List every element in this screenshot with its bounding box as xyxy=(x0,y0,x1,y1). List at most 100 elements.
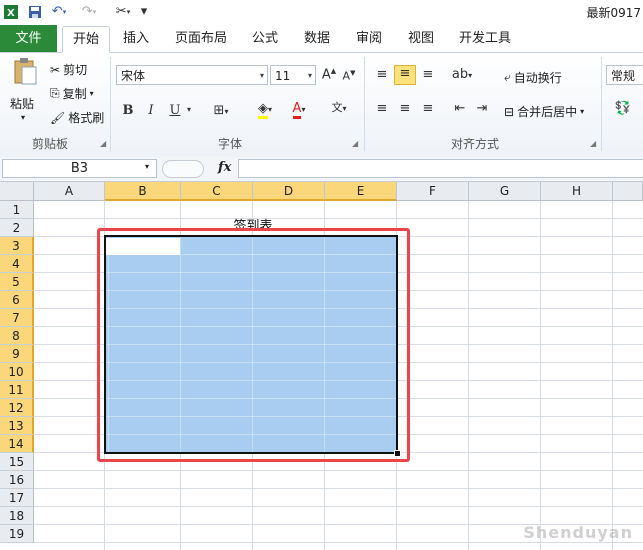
tools-icon[interactable]: ✂ ▾ xyxy=(110,3,136,20)
tab-home[interactable]: 开始 xyxy=(62,26,110,53)
number-format-combo[interactable]: 常规 xyxy=(606,65,643,85)
paste-dropdown-icon[interactable]: ▾ xyxy=(21,113,25,122)
row-header-6[interactable]: 6 xyxy=(0,291,34,309)
underline-dropdown-icon[interactable]: ▾ xyxy=(184,105,194,114)
align-right-icon[interactable]: ≡ xyxy=(418,101,438,116)
tab-insert[interactable]: 插入 xyxy=(114,26,158,51)
phonetic-icon[interactable]: 文▾ xyxy=(324,99,354,115)
window-title: 最新0917 xyxy=(586,6,641,20)
row-header-16[interactable]: 16 xyxy=(0,471,34,489)
cut-button[interactable]: ✂ 剪切 xyxy=(50,61,87,78)
undo-icon[interactable]: ↶ ▾ xyxy=(48,3,70,20)
qat-customize-icon[interactable]: ▾ xyxy=(138,3,150,20)
row-header-11[interactable]: 11 xyxy=(0,381,34,399)
row-header-17[interactable]: 17 xyxy=(0,489,34,507)
number-format-value: 常规 xyxy=(611,69,636,83)
highlight-annotation-box xyxy=(97,228,410,462)
accounting-format-icon[interactable]: 💱 xyxy=(610,101,636,116)
row-header-14[interactable]: 14 xyxy=(0,435,34,453)
copy-label: 复制 xyxy=(62,87,87,101)
font-group-label: 字体 xyxy=(217,137,242,151)
row-header-19[interactable]: 19 xyxy=(0,525,34,543)
clipboard-group-label: 剪贴板 xyxy=(31,137,68,151)
row-header-13[interactable]: 13 xyxy=(0,417,34,435)
row-header-7[interactable]: 7 xyxy=(0,309,34,327)
font-name-value: 宋体 xyxy=(121,69,146,83)
fill-color-icon[interactable]: ◈▾ xyxy=(250,101,280,119)
align-left-icon[interactable]: ≡ xyxy=(372,101,392,116)
font-name-combo[interactable]: 宋体 ▾ xyxy=(116,65,268,85)
column-header-d[interactable]: D xyxy=(253,182,325,201)
excel-app-icon: X xyxy=(2,3,20,20)
column-header-b[interactable]: B xyxy=(105,182,181,201)
column-header-g[interactable]: G xyxy=(469,182,541,201)
font-color-icon[interactable]: A▾ xyxy=(284,101,314,119)
shrink-font-icon[interactable]: A▼ xyxy=(340,69,358,83)
column-header-next[interactable] xyxy=(613,182,643,201)
column-header-e[interactable]: E xyxy=(325,182,397,201)
merge-icon: ⊟ xyxy=(504,104,515,119)
select-all-corner[interactable] xyxy=(0,182,34,201)
row-header-12[interactable]: 12 xyxy=(0,399,34,417)
align-bottom-icon[interactable]: ≡ xyxy=(418,67,438,82)
clipboard-launcher-icon[interactable]: ◢ xyxy=(100,139,106,148)
formula-input[interactable] xyxy=(238,159,643,178)
copy-icon: ⎘ xyxy=(50,86,60,100)
scissors-icon: ✂ xyxy=(50,62,61,77)
save-icon[interactable] xyxy=(26,3,44,20)
worksheet-grid[interactable]: A B C D E F G H 1 2 3 4 5 6 7 8 9 10 11 … xyxy=(0,182,643,550)
redo-icon[interactable]: ↷ ▾ xyxy=(78,3,100,20)
row-header-10[interactable]: 10 xyxy=(0,363,34,381)
tab-data[interactable]: 数据 xyxy=(296,26,338,51)
format-painter-button[interactable]: 🖌 格式刷 xyxy=(50,109,104,126)
font-size-value: 11 xyxy=(275,69,291,83)
align-middle-icon[interactable]: ≡ xyxy=(394,65,416,85)
row-header-18[interactable]: 18 xyxy=(0,507,34,525)
tab-view[interactable]: 视图 xyxy=(400,26,442,51)
row-header-2[interactable]: 2 xyxy=(0,219,34,237)
tab-developer[interactable]: 开发工具 xyxy=(452,26,518,51)
tab-formulas[interactable]: 公式 xyxy=(244,26,286,51)
decrease-indent-icon[interactable]: ⇤ xyxy=(450,101,470,116)
column-header-c[interactable]: C xyxy=(181,182,253,201)
row-header-9[interactable]: 9 xyxy=(0,345,34,363)
wrap-label: 自动换行 xyxy=(513,71,562,85)
alignment-launcher-icon[interactable]: ◢ xyxy=(590,139,596,148)
tab-review[interactable]: 审阅 xyxy=(348,26,390,51)
grow-font-icon[interactable]: A▲ xyxy=(320,67,338,82)
insert-function-icon[interactable]: fx xyxy=(218,160,231,175)
paste-button[interactable]: 粘贴 xyxy=(10,95,34,112)
column-header-a[interactable]: A xyxy=(34,182,105,201)
borders-icon[interactable]: ⊞▾ xyxy=(206,103,236,118)
cut-label: 剪切 xyxy=(63,63,88,77)
wrap-icon: ⤶ xyxy=(504,70,511,84)
align-center-icon[interactable]: ≡ xyxy=(395,101,415,116)
formula-bar-handle-icon[interactable] xyxy=(162,160,204,178)
copy-button[interactable]: ⎘ 复制 ▾ xyxy=(50,85,94,102)
row-header-4[interactable]: 4 xyxy=(0,255,34,273)
tab-file[interactable]: 文件 xyxy=(0,25,57,52)
merge-center-button[interactable]: ⊟ 合并后居中 ▾ xyxy=(504,103,584,120)
increase-indent-icon[interactable]: ⇥ xyxy=(472,101,492,116)
merge-label: 合并后居中 xyxy=(517,105,578,119)
column-header-h[interactable]: H xyxy=(541,182,613,201)
row-header-15[interactable]: 15 xyxy=(0,453,34,471)
align-top-icon[interactable]: ≡ xyxy=(372,67,392,82)
bold-button[interactable]: B xyxy=(119,103,137,118)
italic-button[interactable]: I xyxy=(142,103,160,118)
underline-button[interactable]: U xyxy=(166,103,184,118)
tab-page-layout[interactable]: 页面布局 xyxy=(168,26,234,51)
row-header-5[interactable]: 5 xyxy=(0,273,34,291)
font-launcher-icon[interactable]: ◢ xyxy=(352,139,358,148)
row-header-3[interactable]: 3 xyxy=(0,237,34,255)
column-header-f[interactable]: F xyxy=(397,182,469,201)
wrap-text-button[interactable]: ⤶ 自动换行 xyxy=(504,69,562,86)
name-box-dropdown-icon[interactable]: ▾ xyxy=(145,162,149,171)
orientation-icon[interactable]: ab▾ xyxy=(448,67,476,82)
name-box[interactable]: B3 xyxy=(2,159,157,178)
paste-icon[interactable] xyxy=(10,57,40,91)
font-size-combo[interactable]: 11 ▾ xyxy=(270,65,316,85)
row-header-1[interactable]: 1 xyxy=(0,201,34,219)
row-header-8[interactable]: 8 xyxy=(0,327,34,345)
formula-bar: B3 ▾ fx xyxy=(0,157,643,182)
